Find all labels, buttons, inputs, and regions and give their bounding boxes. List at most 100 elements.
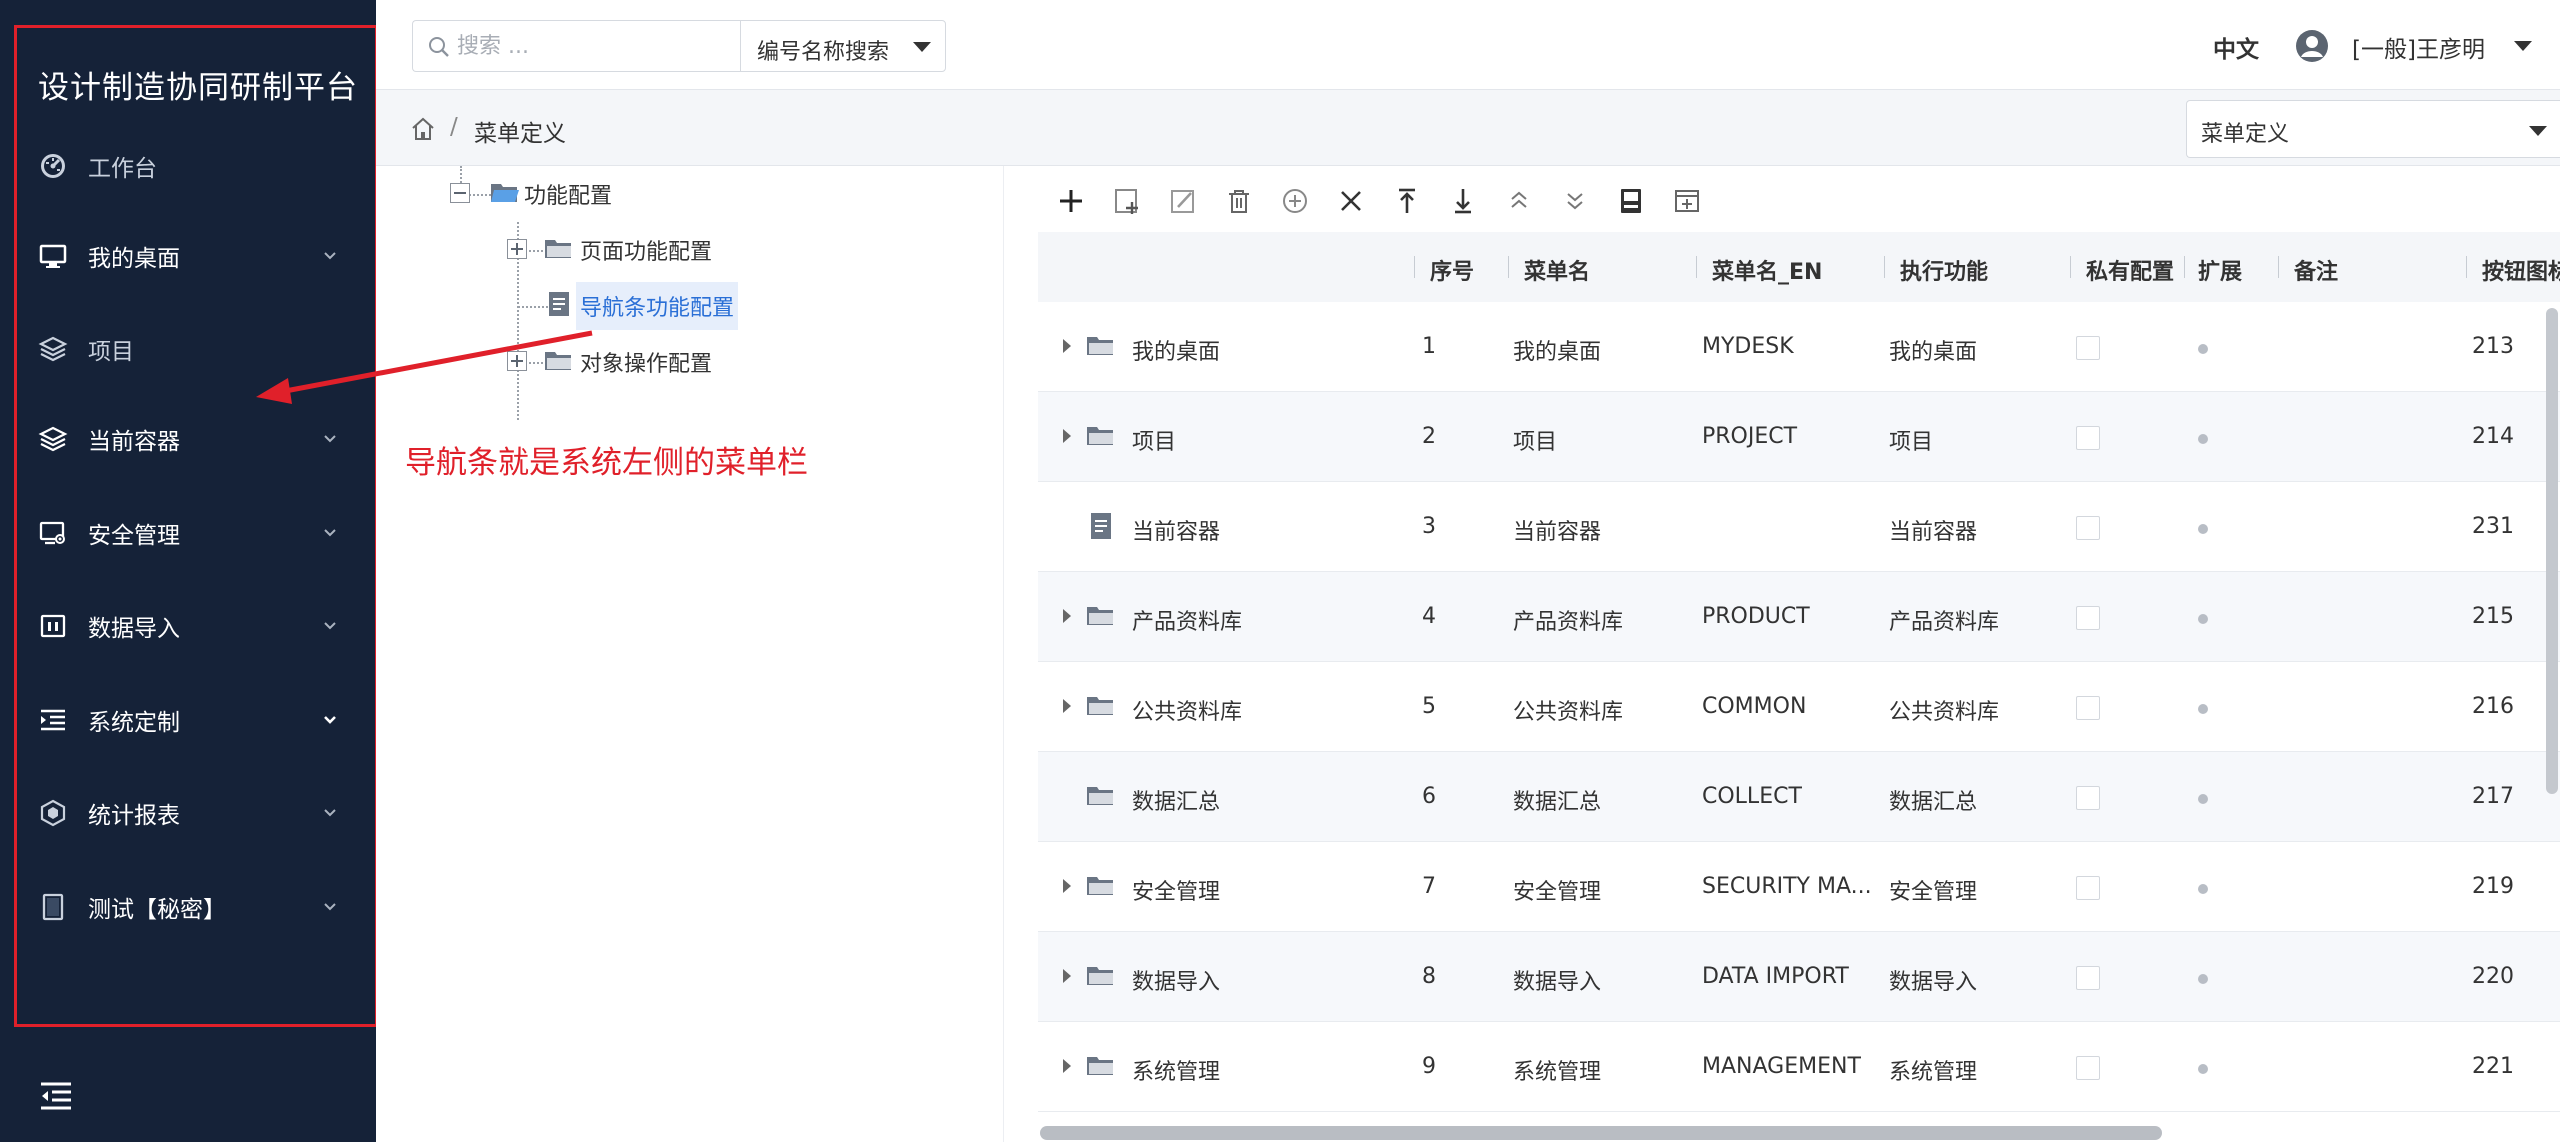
- private-config-checkbox[interactable]: [2076, 336, 2100, 360]
- table-row[interactable]: 项目 2 项目 PROJECT 项目 214: [1038, 392, 2560, 482]
- col-function[interactable]: 执行功能: [1900, 254, 1988, 286]
- row-name: 我的桌面: [1513, 340, 1602, 365]
- row-button-icon: 231: [2472, 514, 2514, 539]
- row-tree-label: 公共资料库: [1132, 700, 1243, 725]
- sidebar-item-data-import[interactable]: 数据导入: [0, 591, 376, 661]
- add-child-button[interactable]: [1110, 184, 1144, 218]
- top-header: 编号名称搜索 中文 [一般]王彦明: [376, 0, 2560, 90]
- private-config-checkbox[interactable]: [2076, 876, 2100, 900]
- vertical-scrollbar[interactable]: [2546, 308, 2558, 794]
- row-function: 安全管理: [1889, 880, 1978, 905]
- sidebar-item-statistics[interactable]: 统计报表: [0, 778, 376, 848]
- col-name-en[interactable]: 菜单名_EN: [1712, 254, 1822, 286]
- sidebar-item-test-secret[interactable]: 测试【秘密】: [0, 872, 376, 942]
- user-name[interactable]: [一般]王彦明: [2352, 30, 2485, 64]
- table-row[interactable]: 系统管理 9 系统管理 MANAGEMENT 系统管理 221: [1038, 1022, 2560, 1112]
- col-button-icon[interactable]: 按钮图标: [2482, 254, 2560, 286]
- expand-caret-icon[interactable]: [1062, 428, 1072, 444]
- language-switch[interactable]: 中文: [2213, 30, 2259, 64]
- column-separator: [2184, 256, 2185, 278]
- expand-caret-icon[interactable]: [1062, 698, 1072, 714]
- search-mode-select[interactable]: 编号名称搜索: [740, 20, 946, 72]
- move-down-button[interactable]: [1558, 184, 1592, 218]
- view-select[interactable]: 菜单定义: [2186, 100, 2560, 158]
- tree-node-label: 对象操作配置: [580, 352, 713, 377]
- save-button[interactable]: [1614, 184, 1648, 218]
- move-up-button[interactable]: [1502, 184, 1536, 218]
- row-seq: 9: [1422, 1054, 1436, 1079]
- close-button[interactable]: [1334, 184, 1368, 218]
- sidebar-item-label: 工作台: [88, 156, 157, 182]
- sidebar-item-label: 测试【秘密】: [88, 897, 226, 923]
- expand-caret-icon[interactable]: [1062, 878, 1072, 894]
- tree-node-function-config[interactable]: 功能配置: [376, 176, 976, 210]
- sidebar-item-my-desk[interactable]: 我的桌面: [0, 221, 376, 291]
- col-note[interactable]: 备注: [2294, 254, 2338, 286]
- annotation-text: 导航条就是系统左侧的菜单栏: [405, 445, 808, 481]
- horizontal-scrollbar[interactable]: [1040, 1126, 2162, 1140]
- private-config-checkbox[interactable]: [2076, 516, 2100, 540]
- table-row[interactable]: 我的桌面 1 我的桌面 MYDESK 我的桌面 213: [1038, 302, 2560, 392]
- chevron-down-icon: [320, 429, 340, 449]
- private-config-checkbox[interactable]: [2076, 966, 2100, 990]
- stack-icon: [38, 424, 68, 454]
- sidebar-item-label: 当前容器: [88, 429, 180, 455]
- column-separator: [2466, 256, 2467, 278]
- private-config-checkbox[interactable]: [2076, 426, 2100, 450]
- sidebar-item-workbench[interactable]: 工作台: [0, 131, 376, 201]
- home-icon[interactable]: [410, 116, 436, 142]
- collapse-menu-button[interactable]: [38, 1080, 74, 1112]
- expand-caret-icon[interactable]: [1062, 608, 1072, 624]
- view-select-value: 菜单定义: [2201, 122, 2290, 147]
- expand-caret-icon[interactable]: [1062, 338, 1072, 354]
- sidebar-item-current-container[interactable]: 当前容器: [0, 404, 376, 474]
- row-function: 项目: [1889, 430, 1934, 455]
- move-top-button[interactable]: [1390, 184, 1424, 218]
- caret-down-icon[interactable]: [2512, 38, 2534, 54]
- insert-button[interactable]: [1670, 184, 1704, 218]
- extension-dot: [2198, 344, 2208, 354]
- user-avatar-icon[interactable]: [2294, 28, 2330, 64]
- tree-expand-toggle[interactable]: [507, 351, 527, 371]
- table-row[interactable]: 产品资料库 4 产品资料库 PRODUCT 产品资料库 215: [1038, 572, 2560, 662]
- table-row[interactable]: 数据导入 8 数据导入 DATA IMPORT 数据导入 220: [1038, 932, 2560, 1022]
- expand-caret-icon[interactable]: [1062, 968, 1072, 984]
- search-input[interactable]: [457, 29, 727, 63]
- caret-down-icon: [913, 42, 931, 52]
- delete-button[interactable]: [1222, 184, 1256, 218]
- sidebar-item-security[interactable]: 安全管理: [0, 498, 376, 568]
- tree-node-page-function-config[interactable]: 页面功能配置: [376, 232, 976, 266]
- add-button[interactable]: [1054, 184, 1088, 218]
- sidebar-item-project[interactable]: 项目: [0, 314, 376, 384]
- tree-collapse-toggle[interactable]: [450, 183, 470, 203]
- table-row[interactable]: 当前容器 3 当前容器 当前容器 231: [1038, 482, 2560, 572]
- row-name: 产品资料库: [1513, 610, 1624, 635]
- tree-node-navbar-function-config[interactable]: 导航条功能配置: [376, 282, 976, 330]
- row-function: 产品资料库: [1889, 610, 2000, 635]
- move-bottom-button[interactable]: [1446, 184, 1480, 218]
- private-config-checkbox[interactable]: [2076, 786, 2100, 810]
- table-row[interactable]: 公共资料库 5 公共资料库 COMMON 公共资料库 216: [1038, 662, 2560, 752]
- col-name[interactable]: 菜单名: [1524, 254, 1590, 286]
- sidebar: 设计制造协同研制平台 工作台 我的桌面 项目 当前容器 安全管理 数据导入 系统…: [0, 0, 378, 1142]
- private-config-checkbox[interactable]: [2076, 606, 2100, 630]
- col-extension[interactable]: 扩展: [2198, 254, 2242, 286]
- tree-node-label: 导航条功能配置: [576, 282, 739, 330]
- row-tree-label: 项目: [1132, 430, 1177, 455]
- col-private[interactable]: 私有配置: [2086, 254, 2174, 286]
- sidebar-item-system-custom[interactable]: 系统定制: [0, 685, 376, 755]
- private-config-checkbox[interactable]: [2076, 696, 2100, 720]
- col-seq[interactable]: 序号: [1430, 254, 1474, 286]
- table-row[interactable]: 安全管理 7 安全管理 SECURITY MA... 安全管理 219: [1038, 842, 2560, 932]
- table-row[interactable]: 数据汇总 6 数据汇总 COLLECT 数据汇总 217: [1038, 752, 2560, 842]
- add-circle-button[interactable]: [1278, 184, 1312, 218]
- tree-expand-toggle[interactable]: [507, 239, 527, 259]
- tree-node-object-operation-config[interactable]: 对象操作配置: [376, 344, 976, 378]
- row-tree-label: 当前容器: [1132, 520, 1221, 545]
- private-config-checkbox[interactable]: [2076, 1056, 2100, 1080]
- expand-caret-icon[interactable]: [1062, 1058, 1072, 1074]
- edit-button[interactable]: [1166, 184, 1200, 218]
- column-separator: [2070, 256, 2071, 278]
- breadcrumb-current[interactable]: 菜单定义: [474, 114, 566, 148]
- chevron-down-icon: [320, 616, 340, 636]
